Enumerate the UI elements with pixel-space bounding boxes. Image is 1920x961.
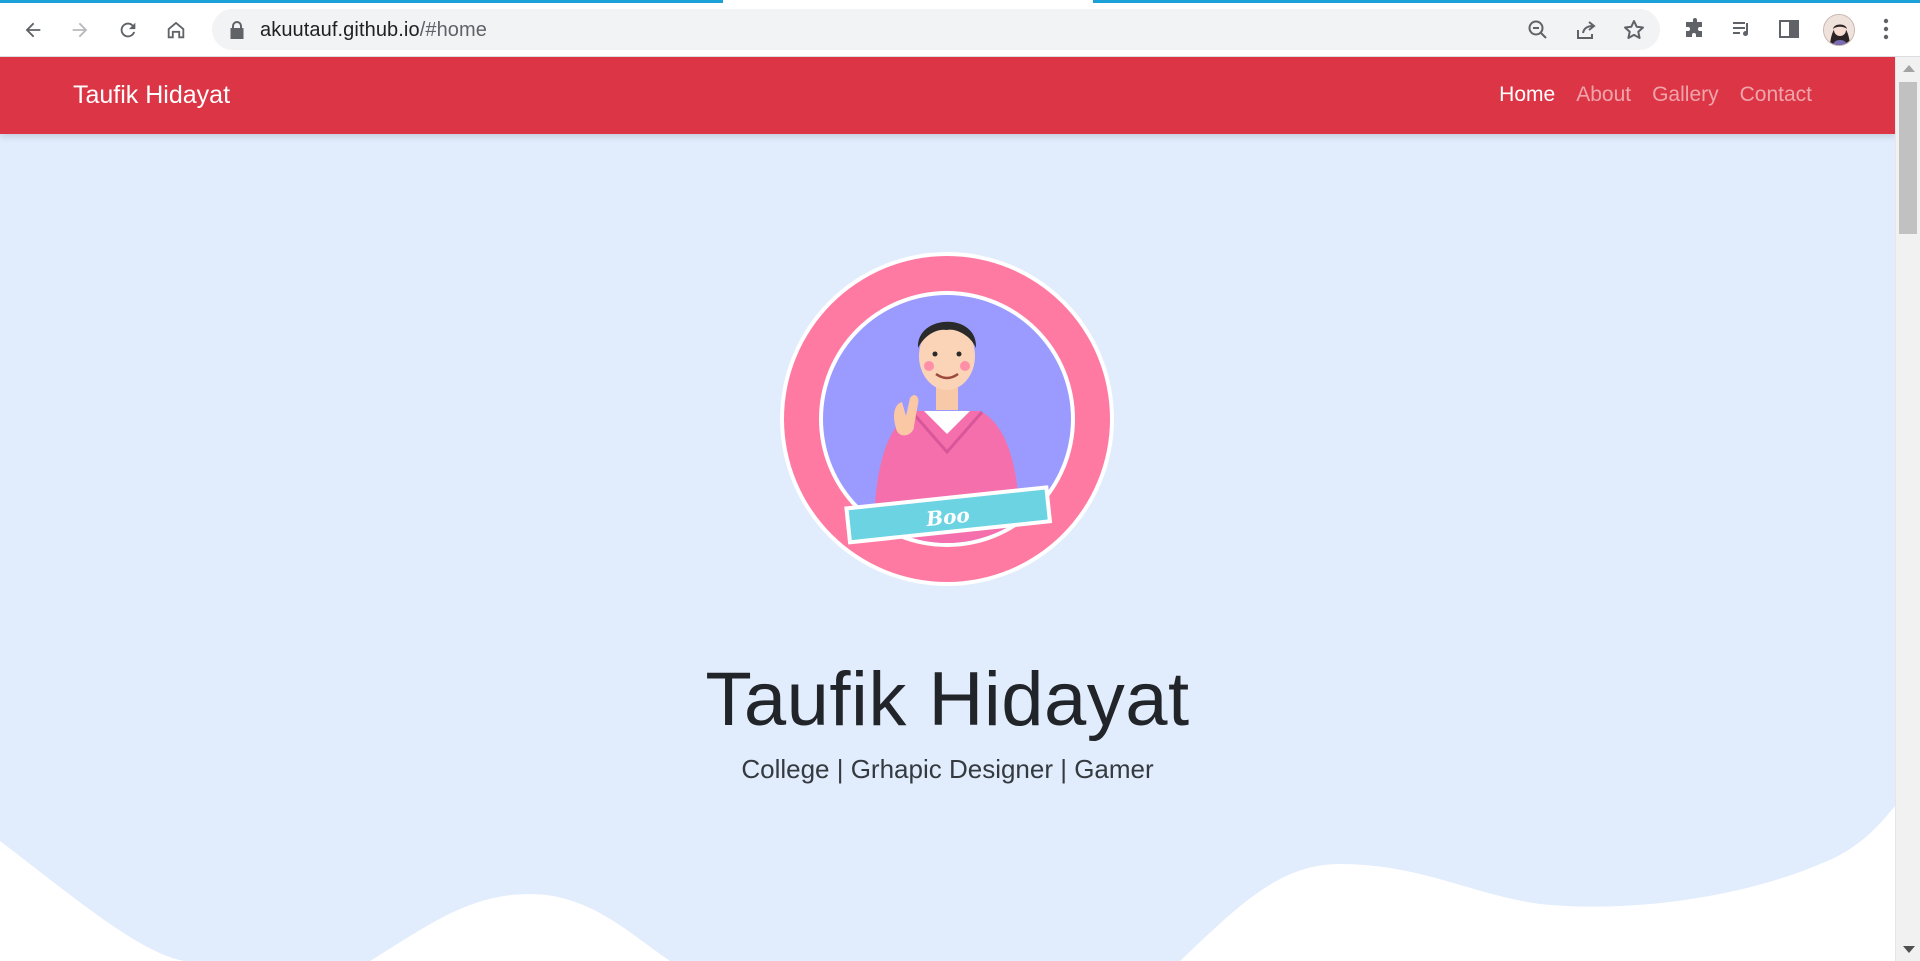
profile-picture (1824, 15, 1854, 45)
loading-bar (1093, 0, 1920, 3)
home-icon (167, 21, 185, 39)
avatar-illustration: Boo (784, 256, 1110, 582)
lock-icon[interactable] (228, 20, 246, 40)
hero-tagline: College | Grhapic Designer | Gamer (741, 754, 1154, 784)
puzzle-icon[interactable] (1683, 17, 1707, 41)
active-tab-notch (723, 0, 1093, 3)
kebab-menu-icon[interactable] (1878, 16, 1894, 42)
arrow-left-icon (25, 22, 41, 38)
home-button[interactable] (159, 13, 193, 47)
scroll-down-arrow[interactable] (1903, 946, 1915, 953)
reload-button[interactable] (111, 13, 145, 47)
address-bar[interactable]: akuutauf.github.io/#home (212, 9, 1660, 50)
nav-link-home[interactable]: Home (1499, 83, 1555, 107)
media-queue-icon[interactable] (1730, 17, 1754, 41)
avatar-badge-text: Boo (924, 503, 971, 532)
zoom-out-icon[interactable] (1526, 18, 1550, 42)
profile-avatar-image: Boo (780, 252, 1114, 586)
site-navbar: Taufik Hidayat Home About Gallery Contac… (0, 57, 1895, 134)
scroll-thumb[interactable] (1899, 82, 1917, 234)
nav-link-contact[interactable]: Contact (1740, 83, 1812, 107)
nav-link-about[interactable]: About (1576, 83, 1631, 107)
back-button[interactable] (16, 13, 50, 47)
profile-avatar[interactable] (1823, 14, 1855, 46)
side-panel-icon[interactable] (1777, 17, 1801, 41)
navbar-links: Home About Gallery Contact (1499, 83, 1812, 107)
url-path: /#home (419, 19, 488, 41)
share-icon[interactable] (1574, 18, 1598, 42)
page-scrollbar[interactable] (1895, 57, 1920, 961)
reload-icon (120, 22, 136, 38)
star-icon[interactable] (1622, 18, 1646, 42)
hero-name: Taufik Hidayat (705, 657, 1190, 742)
loading-bar (0, 0, 723, 3)
hero-section: Boo Taufik Hidayat College | Grhapic Des… (0, 134, 1895, 961)
nav-link-gallery[interactable]: Gallery (1652, 83, 1719, 107)
arrow-right-icon (72, 22, 88, 38)
url-host: akuutauf.github.io (260, 19, 420, 41)
forward-button[interactable] (63, 13, 97, 47)
browser-toolbar: akuutauf.github.io/#home (0, 0, 1920, 57)
scroll-up-arrow[interactable] (1903, 65, 1915, 72)
url-text[interactable]: akuutauf.github.io/#home (260, 19, 487, 42)
page-viewport: Taufik Hidayat Home About Gallery Contac… (0, 57, 1895, 961)
navbar-brand[interactable]: Taufik Hidayat (73, 81, 230, 110)
